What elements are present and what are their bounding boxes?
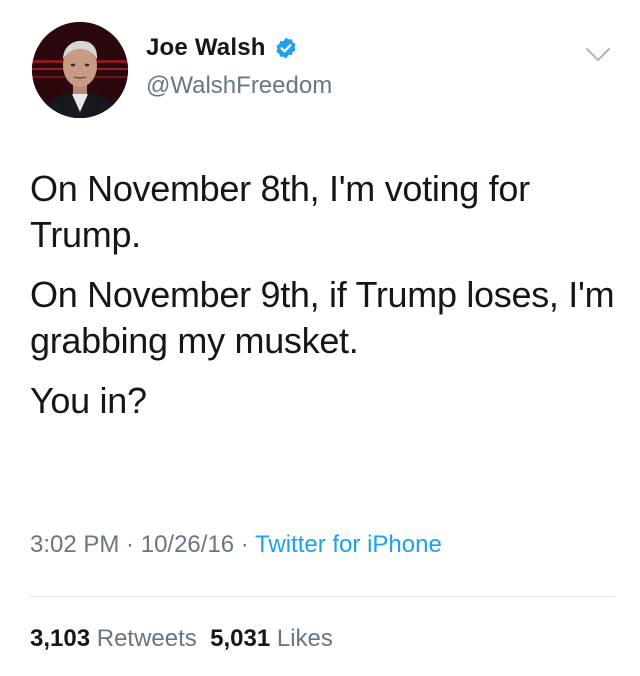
- author-name-row[interactable]: Joe Walsh: [146, 34, 298, 62]
- divider: [30, 596, 614, 597]
- tweet-date: 10/26/16: [140, 531, 235, 558]
- avatar-photo: [32, 22, 128, 118]
- meta-separator: ·: [234, 531, 256, 558]
- tweet-paragraph: On November 8th, I'm voting for Trump.: [30, 168, 530, 255]
- tweet-meta: 3:02 PM · 10/26/16 · Twitter for iPhone: [30, 531, 442, 559]
- retweets-stat[interactable]: 3,103 Retweets: [30, 625, 197, 652]
- tweet-time: 3:02 PM: [30, 531, 120, 558]
- author-handle[interactable]: @WalshFreedom: [146, 72, 332, 100]
- tweet-source-link[interactable]: Twitter for iPhone: [255, 531, 442, 558]
- meta-separator: ·: [119, 531, 141, 558]
- likes-count: 5,031: [210, 625, 271, 652]
- tweet-paragraph: On November 9th, if Trump loses, I'm gra…: [30, 274, 615, 361]
- likes-label: Likes: [276, 625, 333, 652]
- chevron-down-icon[interactable]: [585, 46, 611, 64]
- likes-stat[interactable]: 5,031 Likes: [210, 625, 333, 652]
- display-name[interactable]: Joe Walsh: [146, 34, 266, 62]
- tweet-text: On November 8th, I'm voting for Trump. O…: [30, 166, 620, 438]
- tweet-paragraph: You in?: [30, 380, 147, 421]
- retweets-count: 3,103: [30, 625, 91, 652]
- retweets-label: Retweets: [96, 625, 197, 652]
- tweet-card: Joe Walsh @WalshFreedom On November 8th,…: [0, 0, 640, 676]
- author-avatar[interactable]: [32, 22, 128, 118]
- tweet-stats: 3,103 Retweets 5,031 Likes: [30, 625, 333, 653]
- verified-badge-icon: [274, 36, 298, 60]
